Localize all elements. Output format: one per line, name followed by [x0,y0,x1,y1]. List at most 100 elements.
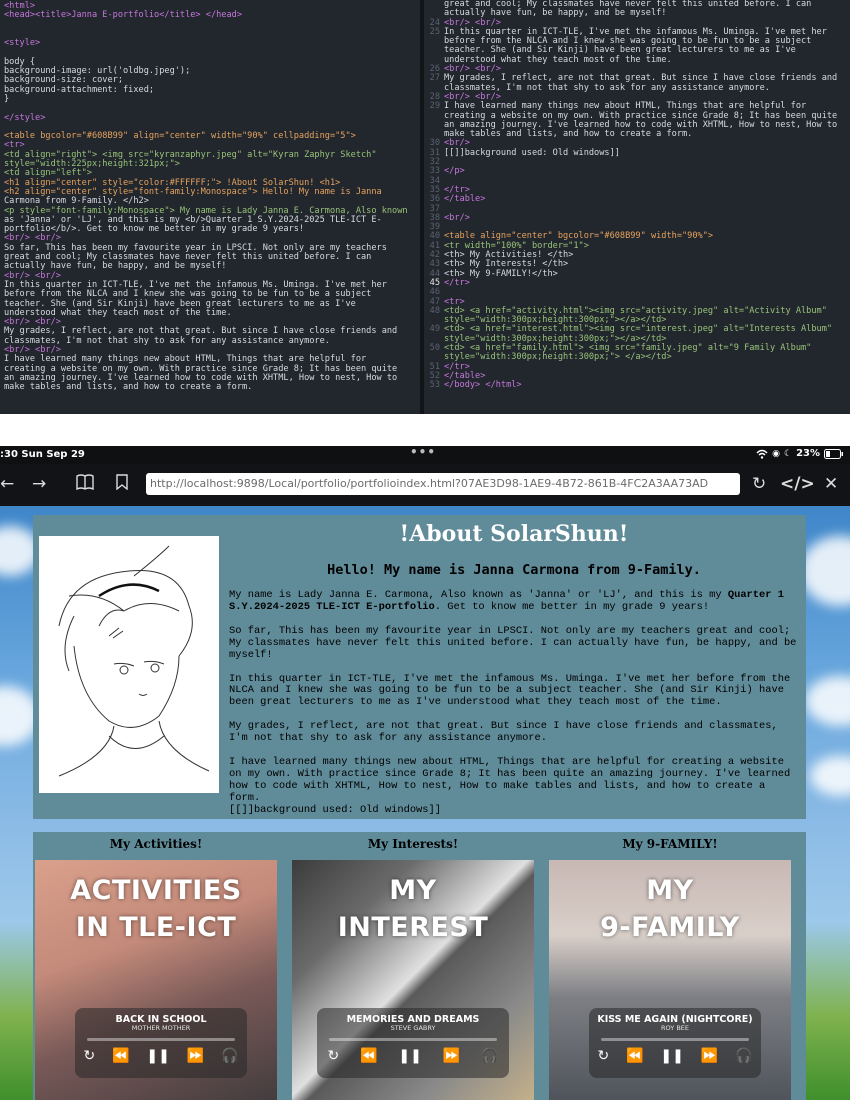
album-header: My Activities! [109,837,203,851]
code-line[interactable]: 37 [424,204,846,214]
headphones-icon[interactable]: 🎧 [481,1048,498,1064]
headphones-icon[interactable]: 🎧 [221,1048,238,1064]
rewind-icon[interactable]: ⏪ [360,1048,377,1064]
line-number [424,112,444,121]
album-title-line2: INTEREST [337,912,489,943]
family-album-link[interactable]: MY 9-FAMILY KISS ME AGAIN (NIGHTCORE) ROY… [549,860,791,1100]
album-title: ACTIVITIES IN TLE-ICT [35,872,277,946]
code-text: <table bgcolor="#608B99" align="center" … [4,131,356,142]
interests-album-link[interactable]: MY INTEREST MEMORIES AND DREAMS STEVE GAB… [292,860,534,1100]
code-line[interactable]: <head><title>Janna E-portfolio</title> <… [4,10,416,20]
code-line[interactable]: 44 <th> My 9-FAMILY!</th> [424,269,846,279]
code-line[interactable]: 34 [424,176,846,186]
code-line[interactable]: actually have fun, be happy, and be myse… [4,262,416,272]
code-text: make tables and lists, and how to create… [4,382,253,393]
code-line[interactable]: 32 [424,157,846,167]
code-line[interactable]: understood what they teach most of the t… [4,307,416,318]
lock-rotation-icon: ◉ [772,448,780,459]
code-text: style="width:300px;height:300px;"> </a><… [444,352,672,363]
code-line[interactable]: 36 </table> [424,194,846,205]
battery-percent: 23% [796,448,820,459]
fast-forward-icon[interactable]: ⏩ [187,1048,204,1064]
code-line[interactable]: 35 </tr> [424,184,846,195]
code-text: portfolio</b/>. Get to know me better in… [4,224,305,235]
background-cloud [805,676,850,726]
code-text: </table> [444,194,486,205]
back-arrow-icon[interactable]: ← [0,474,14,494]
bookmark-icon[interactable] [116,474,128,495]
code-line[interactable]: style="width:300px;height:300px;"> </a><… [424,352,846,363]
close-icon[interactable]: ✕ [824,474,838,494]
intro-text: My name is Lady Janna E. Carmona, Also k… [229,589,728,601]
portrait-sketch [39,536,219,793]
address-bar[interactable]: http://localhost:9898/Local/portfolio/po… [146,473,740,495]
code-line[interactable]: 31 [[]]background used: Old windows]] [424,148,846,158]
repeat-icon[interactable]: ↻ [597,1048,609,1064]
line-number [424,0,444,9]
code-line[interactable]: </style> [4,112,416,123]
code-text: </tr> [444,184,470,195]
code-text: <style> [4,38,41,49]
activities-album-link[interactable]: ACTIVITIES IN TLE-ICT BACK IN SCHOOL MOTH… [35,860,277,1100]
code-line[interactable]: 51 </tr> [424,362,846,372]
moon-icon: ☾ [783,448,793,459]
pause-icon[interactable]: ❚❚ [146,1048,169,1064]
code-line[interactable]: background-attachment: fixed; [4,85,416,95]
page-subtitle: Hello! My name is Janna Carmona from 9-F… [327,562,701,578]
code-text: </body> </html> [444,380,522,391]
code-line[interactable] [4,30,416,39]
album-family: My 9-FAMILY! MY 9-FAMILY KISS ME AGAIN (N… [549,832,791,1100]
code-line[interactable]: <table bgcolor="#608B99" align="center" … [4,131,416,142]
fast-forward-icon[interactable]: ⏩ [443,1048,460,1064]
code-line[interactable]: portfolio</b/>. Get to know me better in… [4,224,416,235]
code-text: understood what they teach most of the t… [4,307,232,318]
fast-forward-icon[interactable]: ⏩ [701,1048,718,1064]
reload-icon[interactable]: ↻ [752,474,766,494]
code-line[interactable]: 46 [424,287,846,297]
album-interests: My Interests! MY INTEREST MEMORIES AND DR… [292,832,534,1100]
code-line[interactable]: classmates, I'm not that shy to ask for … [4,336,416,346]
album-title-line1: ACTIVITIES [70,875,242,906]
headphones-icon[interactable]: 🎧 [735,1048,752,1064]
pause-icon[interactable]: ❚❚ [398,1048,421,1064]
browser-toolbar: ← → http://localhost:9898/Local/portfoli… [0,464,850,506]
code-line[interactable]: 53 </body> </html> [424,380,846,391]
multitask-dots[interactable]: ••• [410,445,436,459]
code-line[interactable]: make tables and lists, and how to create… [424,129,846,139]
forward-arrow-icon[interactable]: → [32,474,46,494]
line-number: 53 [429,380,440,391]
rewind-icon[interactable]: ⏪ [112,1048,129,1064]
code-view-icon[interactable]: </> [780,474,815,494]
code-line[interactable]: } [4,93,416,104]
paragraph-favourite-year: So far, This has been my favourite year … [229,624,797,661]
code-text: </p> [444,166,465,177]
code-line[interactable]: 33 </p> [424,166,846,177]
album-title: MY INTEREST [292,872,534,946]
repeat-icon[interactable]: ↻ [83,1048,95,1064]
code-line[interactable]: make tables and lists, and how to create… [4,382,416,393]
paragraph-html: I have learned many things new about HTM… [229,756,791,804]
code-editor-right[interactable]: great and cool; My classmates have never… [424,0,850,414]
code-line[interactable]: 45 </tr> [424,278,846,288]
repeat-icon[interactable]: ↻ [327,1048,339,1064]
rewind-icon[interactable]: ⏪ [626,1048,643,1064]
code-text: } [4,93,10,104]
paragraph-grades: My grades, I reflect, are not that great… [229,720,778,745]
book-icon[interactable] [76,474,94,495]
code-line[interactable]: <style> [4,38,416,49]
album-title-line2: IN TLE-ICT [75,912,237,943]
code-text: </style> [4,112,46,123]
intro-text-end: . Get to know me better in my grade 9 ye… [434,600,710,613]
code-line[interactable] [4,48,416,57]
code-editor-left[interactable]: <html> <head><title>Janna E-portfolio</ti… [0,0,420,414]
line-number: 27 [429,73,440,84]
album-activities: My Activities! ACTIVITIES IN TLE-ICT BACK… [35,832,277,1100]
line-number [424,46,444,55]
song-artist: MOTHER MOTHER [131,1024,191,1032]
code-line[interactable] [4,104,416,113]
code-line[interactable]: 38 <br/> [424,213,846,223]
pause-icon[interactable]: ❚❚ [660,1048,683,1064]
code-line[interactable] [4,21,416,30]
